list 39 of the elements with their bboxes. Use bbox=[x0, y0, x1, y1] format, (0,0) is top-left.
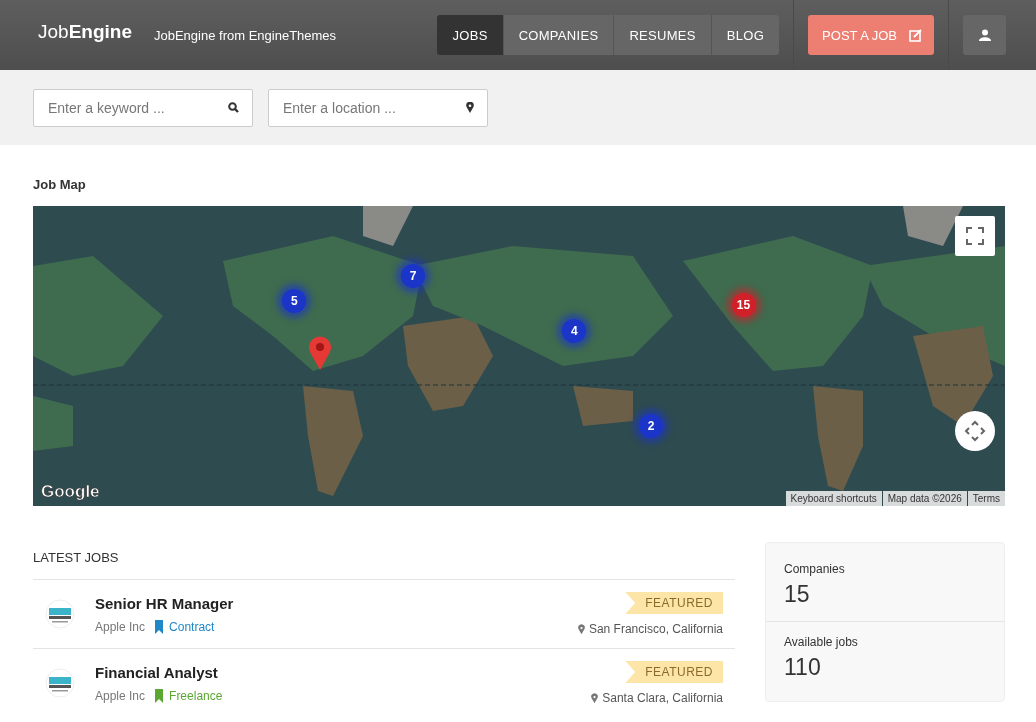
edit-icon bbox=[909, 28, 922, 42]
site-logo[interactable]: JobEngine bbox=[38, 21, 132, 43]
nav-tab[interactable]: COMPANIES bbox=[503, 15, 615, 55]
user-icon bbox=[978, 29, 991, 41]
keyword-field[interactable]: Enter a keyword ... bbox=[33, 88, 253, 127]
location-pin-icon bbox=[577, 623, 585, 635]
fullscreen-button[interactable] bbox=[955, 216, 995, 256]
job-type-link[interactable]: Contract bbox=[169, 619, 215, 634]
section-title: Job Map bbox=[33, 177, 87, 192]
job-location: San Francisco, California bbox=[588, 622, 723, 636]
company-logo-icon bbox=[45, 599, 75, 629]
section-title: LATEST JOBS bbox=[33, 550, 120, 565]
fullscreen-icon bbox=[966, 227, 984, 245]
job-location: Santa Clara, California bbox=[602, 691, 723, 705]
stat-label: Available jobs bbox=[784, 635, 859, 649]
tagline: JobEngine from EngineThemes bbox=[154, 27, 337, 43]
company-logo-icon bbox=[45, 668, 75, 698]
map-attribution-link[interactable]: Keyboard shortcuts bbox=[785, 491, 882, 506]
featured-badge: FEATURED bbox=[625, 592, 723, 614]
featured-badge: FEATURED bbox=[625, 661, 723, 683]
map-attribution-link[interactable]: Terms bbox=[967, 491, 1005, 506]
stat-value: 15 bbox=[784, 581, 811, 608]
nav-tab[interactable]: BLOG bbox=[711, 15, 780, 55]
location-field[interactable]: Enter a location ... bbox=[268, 88, 488, 127]
map-attribution-link[interactable]: Map data ©2026 bbox=[882, 491, 967, 506]
stat-value: 110 bbox=[784, 654, 822, 681]
job-title-link[interactable]: Financial Analyst bbox=[95, 663, 592, 681]
search-icon bbox=[228, 101, 239, 113]
user-button[interactable] bbox=[963, 15, 1006, 55]
company-name: Apple Inc bbox=[95, 619, 146, 634]
company-name: Apple Inc bbox=[95, 688, 146, 703]
nav-tab[interactable]: RESUMES bbox=[614, 15, 712, 55]
map-logo: Google bbox=[41, 482, 100, 502]
stat-label: Companies bbox=[784, 562, 846, 576]
nav-tab[interactable]: JOBS bbox=[437, 15, 504, 55]
location-pin-icon bbox=[591, 692, 599, 704]
location-pin-icon bbox=[466, 101, 474, 113]
pan-arrows-icon bbox=[964, 420, 986, 442]
job-title-link[interactable]: Senior HR Manager bbox=[95, 594, 578, 612]
